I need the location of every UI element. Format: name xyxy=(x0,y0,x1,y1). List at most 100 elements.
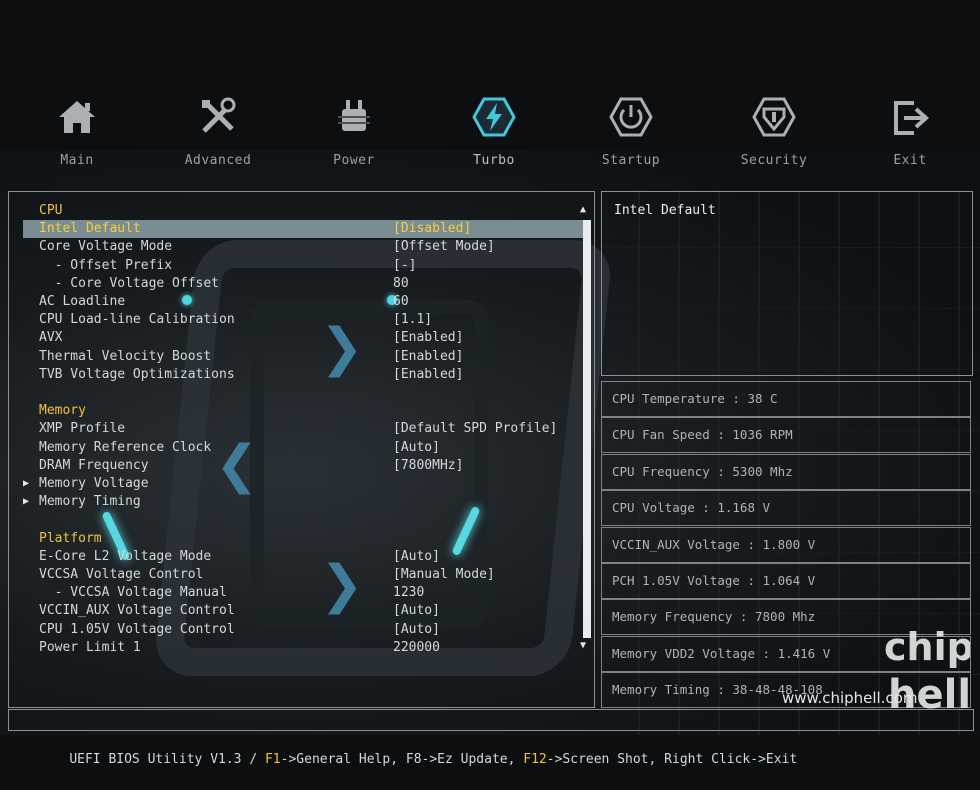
setting-value[interactable]: [7800MHz] xyxy=(393,457,463,475)
setting-row[interactable]: Thermal Velocity Boost [Enabled] xyxy=(23,348,586,366)
setting-row[interactable]: XMP Profile [Default SPD Profile] xyxy=(23,420,586,438)
setting-value[interactable]: 60 xyxy=(393,293,409,311)
setting-value[interactable]: [1.1] xyxy=(393,311,432,329)
setting-value[interactable]: [Manual Mode] xyxy=(393,566,495,584)
hardware-reading: PCH 1.05V Voltage : 1.064 V xyxy=(601,563,971,599)
top-navigation: Main Advanced Power Turbo Startup Securi… xyxy=(0,95,980,175)
setting-label: - Core Voltage Offset xyxy=(39,275,220,291)
setting-label: Intel Default xyxy=(39,221,141,237)
tab-advanced-label: Advanced xyxy=(184,153,252,168)
tab-security-label: Security xyxy=(740,153,808,168)
help-description: Intel Default xyxy=(614,203,716,218)
submenu-item[interactable]: ▶ Memory Timing xyxy=(23,493,586,511)
setting-value[interactable]: [Auto] xyxy=(393,602,440,620)
setting-label: AVX xyxy=(39,330,63,346)
tab-main-label: Main xyxy=(60,153,94,168)
setting-row[interactable]: CPU Load-line Calibration [1.1] xyxy=(23,311,586,329)
tab-security[interactable]: Security xyxy=(724,95,824,168)
setting-label: Memory Voltage xyxy=(39,476,149,491)
setting-value[interactable]: [Enabled] xyxy=(393,366,463,384)
setting-label: Thermal Velocity Boost xyxy=(39,348,212,364)
hardware-reading: VCCIN_AUX Voltage : 1.800 V xyxy=(601,526,971,563)
setting-row[interactable]: TVB Voltage Optimizations [Enabled] xyxy=(23,366,586,384)
tab-turbo[interactable]: Turbo xyxy=(444,95,544,168)
setting-row[interactable]: VCCIN_AUX Voltage Control [Auto] xyxy=(23,602,586,620)
setting-label: - Offset Prefix xyxy=(39,257,173,273)
submenu-item[interactable]: ▶ Memory Voltage xyxy=(23,475,586,493)
tab-main[interactable]: Main xyxy=(27,95,127,168)
section-header: Platform xyxy=(23,530,586,548)
setting-value[interactable]: [Disabled] xyxy=(393,220,471,238)
setting-value[interactable]: [Offset Mode] xyxy=(393,238,495,256)
hardware-reading-text: CPU Fan Speed : 1036 RPM xyxy=(612,427,793,443)
setting-value[interactable]: [-] xyxy=(393,257,416,275)
setting-row[interactable]: Memory Reference Clock [Auto] xyxy=(23,439,586,457)
setting-row[interactable]: Intel Default [Disabled] xyxy=(23,220,586,239)
setting-label: AC Loadline xyxy=(39,294,126,309)
setting-label: CPU 1.05V Voltage Control xyxy=(39,621,235,637)
home-icon xyxy=(59,101,95,133)
watermark-url: www.chiphell.com xyxy=(782,689,918,707)
setting-row[interactable]: DRAM Frequency [7800MHz] xyxy=(23,457,586,475)
hardware-reading-text: CPU Voltage : 1.168 V xyxy=(612,500,771,516)
setting-label: Core Voltage Mode xyxy=(39,239,173,255)
setting-value[interactable]: 220000 xyxy=(393,639,440,657)
f1-key[interactable]: F1 xyxy=(265,752,281,767)
setting-label: CPU Load-line Calibration xyxy=(39,312,235,328)
tab-power-label: Power xyxy=(333,153,375,168)
hardware-reading-text: VCCIN_AUX Voltage : 1.800 V xyxy=(612,536,816,552)
setting-row[interactable]: Core Voltage Mode [Offset Mode] xyxy=(23,238,586,256)
setting-value[interactable]: [Enabled] xyxy=(393,348,463,366)
tab-turbo-label: Turbo xyxy=(473,153,515,168)
setting-row[interactable]: - VCCSA Voltage Manual 1230 xyxy=(23,584,586,602)
setting-label: Memory Timing xyxy=(39,494,141,510)
settings-panel: CPU Intel Default [Disabled] Core Voltage M… xyxy=(8,191,595,708)
hardware-reading: CPU Voltage : 1.168 V xyxy=(601,490,971,527)
setting-label: VCCSA Voltage Control xyxy=(39,567,204,582)
tab-startup[interactable]: Startup xyxy=(581,95,681,168)
setting-label: TVB Voltage Optimizations xyxy=(39,366,235,382)
setting-value[interactable]: [Auto] xyxy=(393,439,440,457)
setting-row[interactable]: AVX [Enabled] xyxy=(23,329,586,347)
footer-bar: UEFI BIOS Utility V1.3 / F1->General Hel… xyxy=(8,709,974,767)
setting-label: VCCIN_AUX Voltage Control xyxy=(39,603,235,619)
footer-help-text: ->General Help, F8->Ez Update, xyxy=(280,752,524,767)
setting-value[interactable]: [Auto] xyxy=(393,621,440,639)
setting-label: E-Core L2 Voltage Mode xyxy=(39,548,212,564)
exit-icon xyxy=(894,101,929,135)
shield-icon xyxy=(752,97,796,137)
setting-value[interactable]: 1230 xyxy=(393,584,424,602)
setting-value[interactable]: [Auto] xyxy=(393,548,440,566)
tab-exit-label: Exit xyxy=(893,153,927,168)
power-chip-icon xyxy=(338,100,370,131)
tab-exit[interactable]: Exit xyxy=(860,95,960,168)
setting-row[interactable]: - Offset Prefix [-] xyxy=(23,257,586,275)
setting-value[interactable]: [Enabled] xyxy=(393,329,463,347)
scroll-up-arrow[interactable]: ▲ xyxy=(580,204,586,215)
f12-key[interactable]: F12 xyxy=(523,752,546,767)
setting-row[interactable]: - Core Voltage Offset 80 xyxy=(23,275,586,293)
section-header: CPU xyxy=(23,202,586,220)
hardware-reading-text: CPU Temperature : 38 C xyxy=(612,391,778,406)
section-title: Memory xyxy=(39,403,86,419)
hardware-reading-text: PCH 1.05V Voltage : 1.064 V xyxy=(612,573,816,588)
setting-label: Power Limit 1 xyxy=(39,639,141,655)
setting-row[interactable]: Power Limit 1 220000 xyxy=(23,639,586,657)
footer-exit-text: ->Screen Shot, Right Click->Exit xyxy=(546,752,798,767)
hardware-reading: CPU Temperature : 38 C xyxy=(601,381,971,417)
svg-text:chip: chip xyxy=(884,625,970,669)
hardware-reading: CPU Frequency : 5300 Mhz xyxy=(601,453,971,490)
setting-value[interactable]: [Default SPD Profile] xyxy=(393,420,557,438)
section-header: Memory xyxy=(23,402,586,420)
scroll-down-arrow[interactable]: ▼ xyxy=(580,640,586,651)
setting-row[interactable]: E-Core L2 Voltage Mode [Auto] xyxy=(23,548,586,566)
tab-power[interactable]: Power xyxy=(304,95,404,168)
setting-row[interactable]: AC Loadline 60 xyxy=(23,293,586,311)
setting-row[interactable]: CPU 1.05V Voltage Control [Auto] xyxy=(23,621,586,639)
tab-advanced[interactable]: Advanced xyxy=(168,95,268,168)
hardware-reading-text: CPU Frequency : 5300 Mhz xyxy=(612,463,793,479)
scrollbar[interactable] xyxy=(583,220,591,638)
help-panel: Intel Default xyxy=(601,191,973,376)
setting-row[interactable]: VCCSA Voltage Control [Manual Mode] xyxy=(23,566,586,584)
setting-value[interactable]: 80 xyxy=(393,275,409,293)
